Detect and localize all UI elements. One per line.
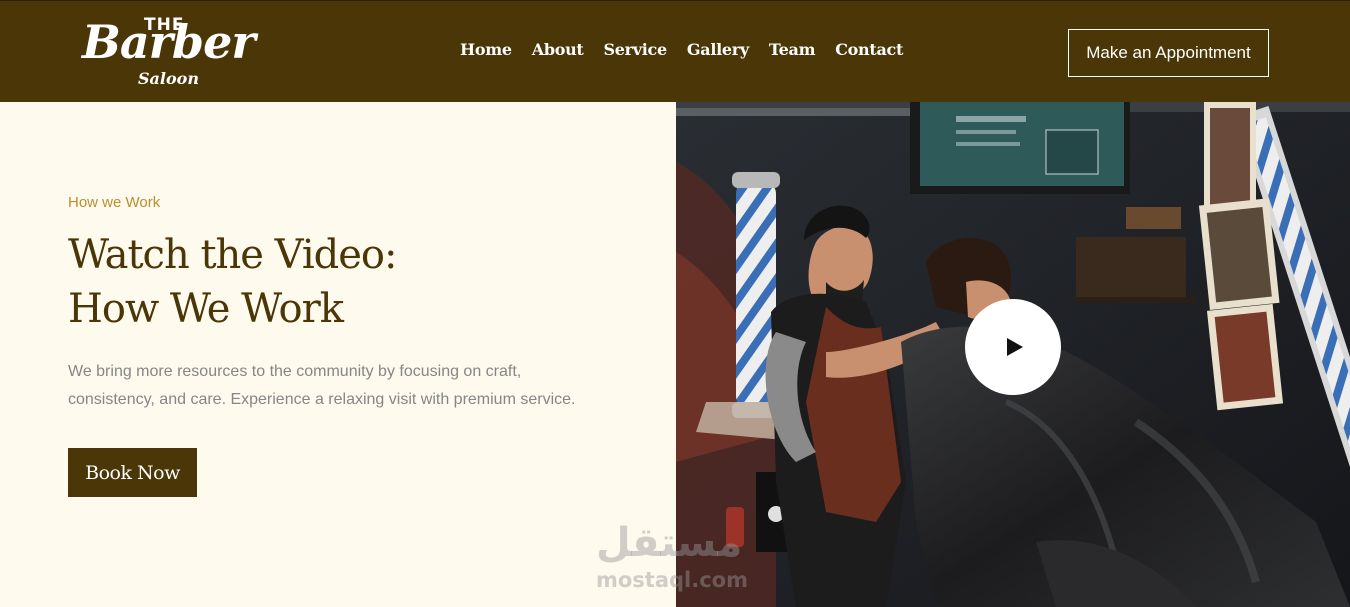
nav-about[interactable]: About xyxy=(532,40,584,59)
how-we-work-section: How we Work Watch the Video: How We Work… xyxy=(0,102,676,607)
make-appointment-button[interactable]: Make an Appointment xyxy=(1068,29,1269,77)
main-nav: Home About Service Gallery Team Contact xyxy=(460,40,923,59)
book-now-button[interactable]: Book Now xyxy=(68,448,197,497)
section-title-line2: How We Work xyxy=(68,286,344,332)
nav-contact[interactable]: Contact xyxy=(835,40,903,59)
section-description: We bring more resources to the community… xyxy=(68,363,576,408)
play-video-button[interactable] xyxy=(965,299,1061,395)
logo-sub: Saloon xyxy=(138,69,199,88)
logo-top: THE xyxy=(144,15,185,35)
section-eyebrow: How we Work xyxy=(68,194,161,211)
nav-team[interactable]: Team xyxy=(769,40,816,59)
watermark: مستقل mostaql.com xyxy=(596,520,766,600)
watermark-arabic: مستقل xyxy=(596,520,743,566)
nav-home[interactable]: Home xyxy=(460,40,512,59)
play-icon xyxy=(1007,338,1023,356)
section-title: Watch the Video: How We Work xyxy=(68,228,628,336)
section-title-line1: Watch the Video: xyxy=(68,232,397,278)
watermark-latin: mostaql.com xyxy=(596,568,748,592)
nav-service[interactable]: Service xyxy=(604,40,668,59)
site-header: Barber THE Saloon Home About Service Gal… xyxy=(0,0,1350,102)
logo[interactable]: Barber THE Saloon xyxy=(82,13,262,91)
nav-gallery[interactable]: Gallery xyxy=(687,40,749,59)
